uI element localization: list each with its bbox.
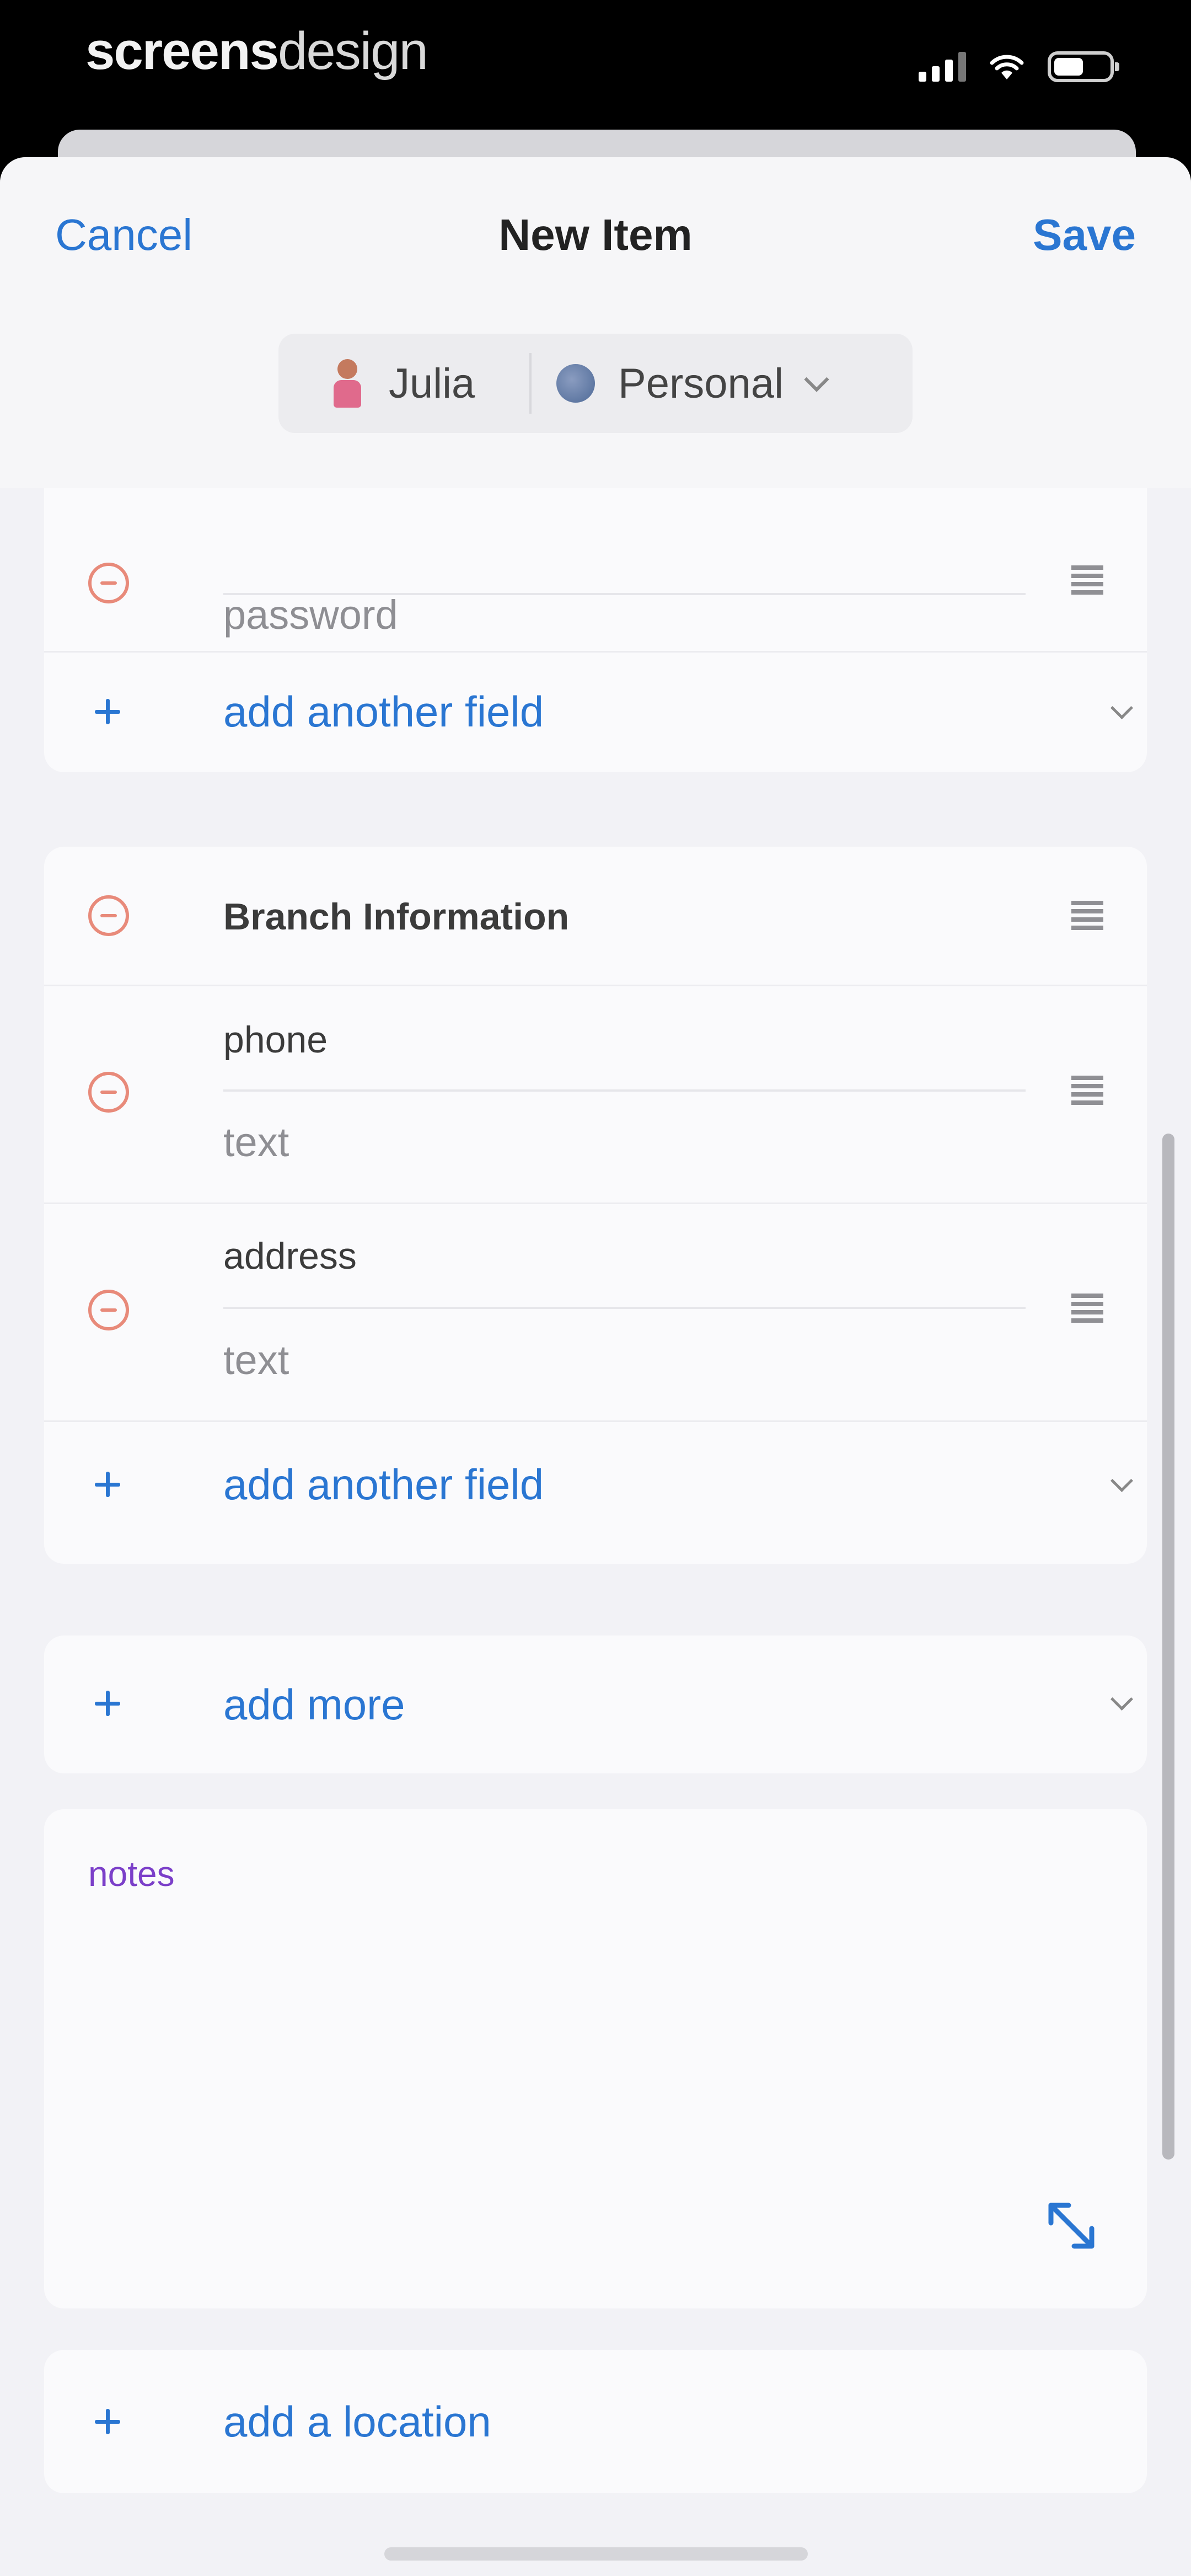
chevron-down-icon [1110,1687,1134,1711]
new-item-sheet: Cancel New Item Save Julia Personal pass… [0,157,1191,2576]
plus-icon [95,1472,120,1497]
expand-icon[interactable] [1041,2195,1102,2256]
add-another-field-label: add another field [223,687,544,736]
field-divider [223,1307,1026,1309]
save-button[interactable]: Save [1033,210,1136,260]
status-icons [919,47,1119,86]
address-field-label[interactable]: address [223,1234,357,1278]
vault-selector[interactable]: Personal [532,334,913,433]
plus-icon [95,699,120,724]
battery-icon [1048,51,1119,82]
remove-field-icon[interactable] [88,1290,129,1330]
address-field-row: address text [44,1204,1147,1419]
add-location-label: add a location [223,2397,491,2446]
address-field-value[interactable]: text [223,1337,289,1383]
navigation-bar: Cancel New Item Save Julia Personal [0,157,1191,488]
page-title: New Item [498,210,693,259]
phone-field-value[interactable]: text [223,1119,289,1166]
phone-field-label[interactable]: phone [223,1018,328,1061]
vault-globe-icon [556,364,595,403]
chevron-down-icon [1110,1469,1134,1493]
owner-user[interactable]: Julia [278,334,529,433]
drag-handle-icon[interactable] [1071,901,1103,931]
section-title-row: Branch Information [44,847,1147,985]
owner-vault-selector[interactable]: Julia Personal [278,334,913,433]
chevron-down-icon [804,367,829,392]
remove-section-icon[interactable] [88,895,129,936]
brand-bold-text: screens [85,22,279,81]
notes-label: notes [88,1854,175,1894]
drag-handle-icon[interactable] [1071,565,1103,595]
drag-handle-icon[interactable] [1071,1076,1103,1105]
scroll-indicator[interactable] [1162,1134,1174,2160]
chevron-down-icon [1110,696,1134,720]
owner-name: Julia [389,360,475,407]
cellular-signal-icon [919,52,966,82]
field-divider [223,1089,1026,1092]
notes-card[interactable]: notes [44,1809,1147,2308]
avatar [328,356,367,411]
section-title[interactable]: Branch Information [223,895,569,938]
wifi-icon [990,55,1024,79]
add-another-field-label: add another field [223,1460,544,1509]
remove-field-icon[interactable] [88,563,129,603]
plus-icon [95,2409,120,2434]
add-more-card[interactable]: add more [44,1636,1147,1773]
remove-field-icon[interactable] [88,1072,129,1113]
phone-field-row: phone text [44,986,1147,1201]
home-indicator[interactable] [384,2547,808,2561]
add-another-field-row[interactable]: add another field [44,653,1147,772]
add-location-card[interactable]: add a location [44,2350,1147,2493]
brand-light-text: design [277,22,428,81]
plus-icon [95,1691,120,1716]
brand-watermark: screensdesign [85,21,428,82]
add-more-label: add more [223,1680,405,1729]
status-bar: screensdesign [0,0,1191,132]
vault-name: Personal [618,360,784,407]
add-another-field-row[interactable]: add another field [44,1422,1147,1560]
branch-information-section: Branch Information phone text address te… [44,847,1147,1564]
password-field[interactable]: password [223,591,398,638]
drag-handle-icon[interactable] [1071,1294,1103,1323]
